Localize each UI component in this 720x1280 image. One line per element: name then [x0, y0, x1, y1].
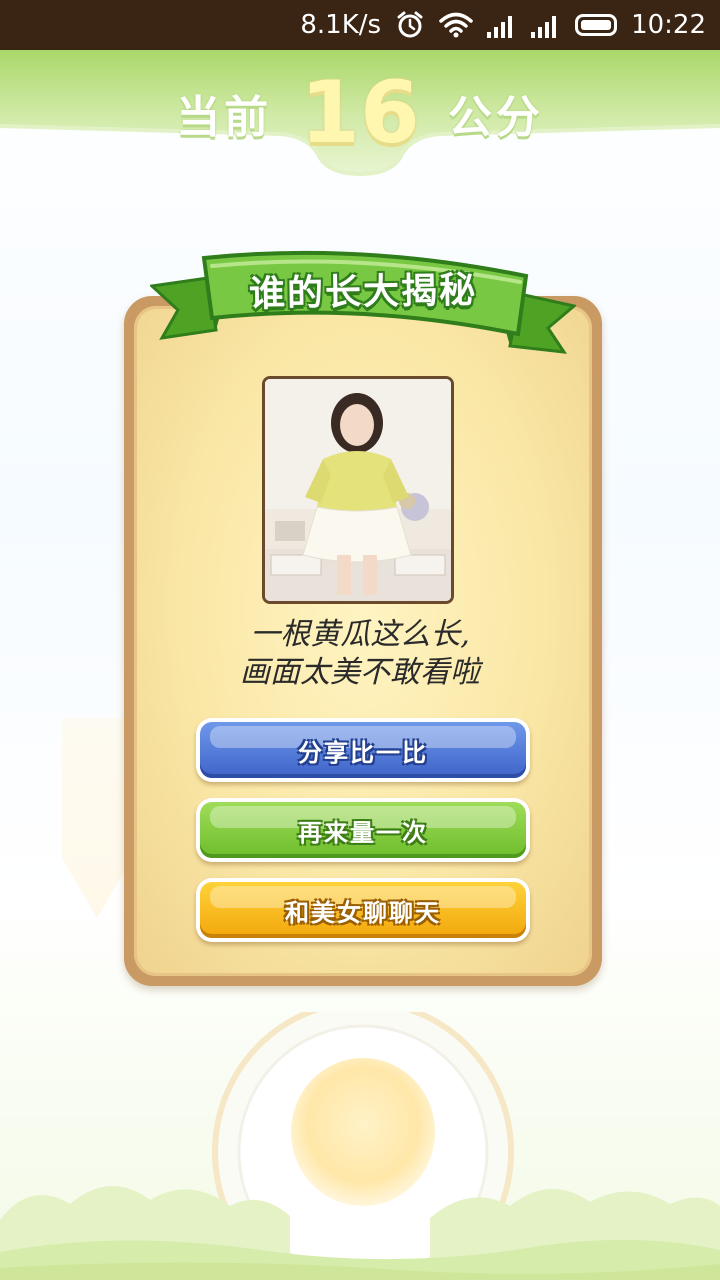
chat-button-label: 和美女聊聊天: [285, 898, 441, 927]
grass-decoration: [0, 1160, 720, 1280]
share-button-label: 分享比一比: [298, 738, 428, 767]
length-value: 16: [300, 63, 420, 163]
result-photo[interactable]: [262, 376, 454, 604]
header-unit: 公分: [447, 92, 544, 143]
chat-button[interactable]: 和美女聊聊天: [196, 878, 530, 942]
caption-line-2: 画面太美不敢看啦: [240, 655, 480, 690]
title-ribbon: 谁的长大揭秘: [148, 248, 578, 358]
measure-again-button[interactable]: 再来量一次: [196, 798, 530, 862]
measure-again-button-label: 再来量一次: [298, 818, 428, 847]
status-bar: 8.1K/s 10:22: [0, 0, 720, 50]
clock: 10:22: [631, 10, 706, 40]
share-button[interactable]: 分享比一比: [196, 718, 530, 782]
signal-icon: [487, 12, 517, 38]
net-speed: 8.1K/s: [300, 10, 382, 40]
measure-header: 当前 16 公分: [0, 50, 720, 180]
result-caption: 一根黄瓜这么长, 画面太美不敢看啦: [200, 616, 520, 692]
header-prefix: 当前: [176, 92, 273, 143]
ribbon-title: 谁的长大揭秘: [248, 270, 478, 315]
ruler-decoration: [62, 718, 132, 918]
alarm-icon: [395, 10, 425, 40]
caption-line-1: 一根黄瓜这么长,: [250, 617, 470, 652]
wifi-icon: [439, 11, 473, 39]
signal-icon: [531, 12, 561, 38]
battery-icon: [575, 14, 618, 36]
